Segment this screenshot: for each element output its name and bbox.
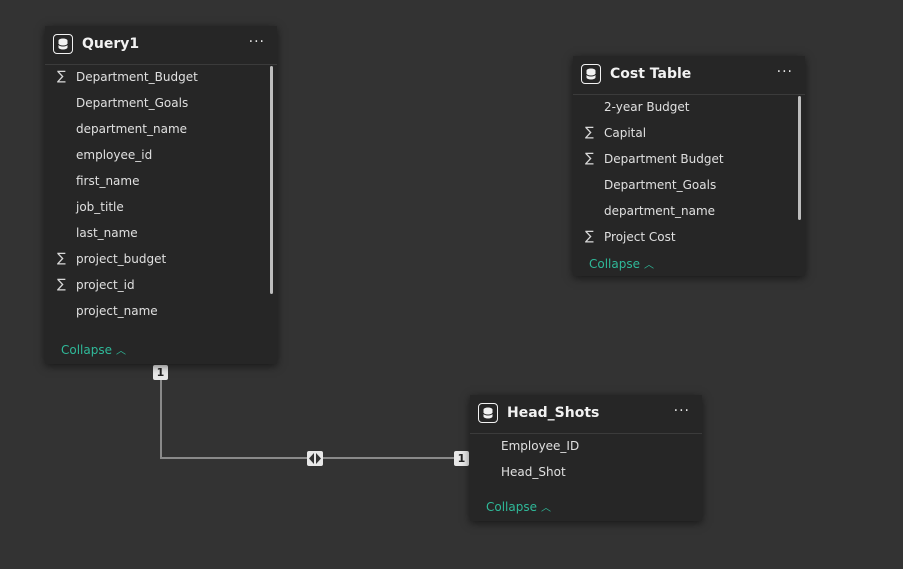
sigma-icon: ∑: [585, 229, 594, 244]
field-row[interactable]: ∑ project_budget: [45, 247, 277, 273]
field-row[interactable]: first_name: [45, 169, 277, 195]
field-list: Employee_ID Head_Shot: [470, 434, 702, 486]
field-row[interactable]: employee_id: [45, 143, 277, 169]
sigma-icon: ∑: [585, 125, 594, 140]
sigma-icon: ∑: [57, 277, 66, 292]
field-name: Capital: [604, 126, 647, 140]
table-card-cost-table[interactable]: Cost Table ··· 2-year Budget ∑ Capital ∑ Dep…: [573, 56, 805, 276]
sigma-icon: ∑: [585, 151, 594, 166]
field-name: project_budget: [76, 252, 167, 266]
collapse-label: Collapse: [61, 343, 112, 357]
database-icon: [478, 403, 498, 423]
field-row[interactable]: ∑ Capital: [573, 121, 805, 147]
field-name: Department_Goals: [76, 96, 189, 110]
bidirectional-filter-icon[interactable]: [307, 451, 323, 466]
field-name: last_name: [76, 226, 138, 240]
table-header[interactable]: Head_Shots ···: [470, 395, 702, 434]
field-row[interactable]: last_name: [45, 221, 277, 247]
field-row[interactable]: ∑ Project Cost: [573, 225, 805, 251]
chevron-up-icon: ︿: [541, 503, 551, 514]
field-row[interactable]: Department_Goals: [45, 91, 277, 117]
field-name: department_name: [76, 122, 188, 136]
field-name: Head_Shot: [501, 465, 566, 479]
chevron-up-icon: ︿: [644, 260, 654, 271]
cardinality-badge-to: 1: [454, 451, 469, 466]
field-name: project_name: [76, 304, 158, 318]
field-row[interactable]: ∑ Department Budget: [573, 147, 805, 173]
field-row[interactable]: department_name: [45, 117, 277, 143]
field-name: job_title: [76, 200, 124, 214]
table-title: Head_Shots: [507, 405, 600, 421]
field-row[interactable]: Head_Shot: [470, 460, 702, 486]
collapse-button[interactable]: Collapse ︿: [589, 256, 654, 271]
field-row[interactable]: project_name: [45, 299, 277, 325]
sigma-icon: ∑: [57, 69, 66, 84]
more-options-icon[interactable]: ···: [249, 35, 265, 49]
field-name: project_id: [76, 278, 135, 292]
field-name: Department Budget: [604, 152, 724, 166]
database-icon: [581, 64, 601, 84]
scrollbar[interactable]: [270, 66, 273, 294]
scrollbar[interactable]: [798, 96, 801, 220]
table-header[interactable]: Query1 ···: [45, 26, 277, 65]
more-options-icon[interactable]: ···: [674, 404, 690, 418]
sigma-icon: ∑: [57, 251, 66, 266]
collapse-label: Collapse: [589, 257, 640, 271]
field-name: Employee_ID: [501, 439, 580, 453]
collapse-button[interactable]: Collapse ︿: [486, 499, 551, 514]
database-icon: [53, 34, 73, 54]
field-name: employee_id: [76, 148, 153, 162]
model-view-canvas[interactable]: 1 1 Query1 ··· ∑ Department_Budget Departm…: [0, 0, 903, 569]
field-name: first_name: [76, 174, 140, 188]
field-row[interactable]: job_title: [45, 195, 277, 221]
table-card-head-shots[interactable]: Head_Shots ··· Employee_ID Head_Shot Coll…: [470, 395, 702, 521]
chevron-up-icon: ︿: [116, 346, 126, 357]
table-header[interactable]: Cost Table ···: [573, 56, 805, 95]
field-name: Department_Budget: [76, 70, 198, 84]
collapse-label: Collapse: [486, 500, 537, 514]
field-name: 2-year Budget: [604, 100, 690, 114]
field-row[interactable]: ∑ project_id: [45, 273, 277, 299]
cardinality-badge-from: 1: [153, 365, 168, 380]
field-list: 2-year Budget ∑ Capital ∑ Department Budget D…: [573, 95, 805, 251]
collapse-button[interactable]: Collapse ︿: [61, 342, 126, 357]
field-name: department_name: [604, 204, 716, 218]
field-row[interactable]: Employee_ID: [470, 434, 702, 460]
table-title: Query1: [82, 36, 140, 52]
relationship-line-vertical[interactable]: [160, 379, 162, 459]
field-row[interactable]: 2-year Budget: [573, 95, 805, 121]
more-options-icon[interactable]: ···: [777, 65, 793, 79]
field-list: ∑ Department_Budget Department_Goalsdepart…: [45, 65, 277, 325]
field-row[interactable]: department_name: [573, 199, 805, 225]
field-row[interactable]: ∑ Department_Budget: [45, 65, 277, 91]
field-row[interactable]: Department_Goals: [573, 173, 805, 199]
table-title: Cost Table: [610, 66, 692, 82]
table-card-query1[interactable]: Query1 ··· ∑ Department_Budget Department_…: [45, 26, 277, 364]
field-name: Project Cost: [604, 230, 676, 244]
field-name: Department_Goals: [604, 178, 717, 192]
